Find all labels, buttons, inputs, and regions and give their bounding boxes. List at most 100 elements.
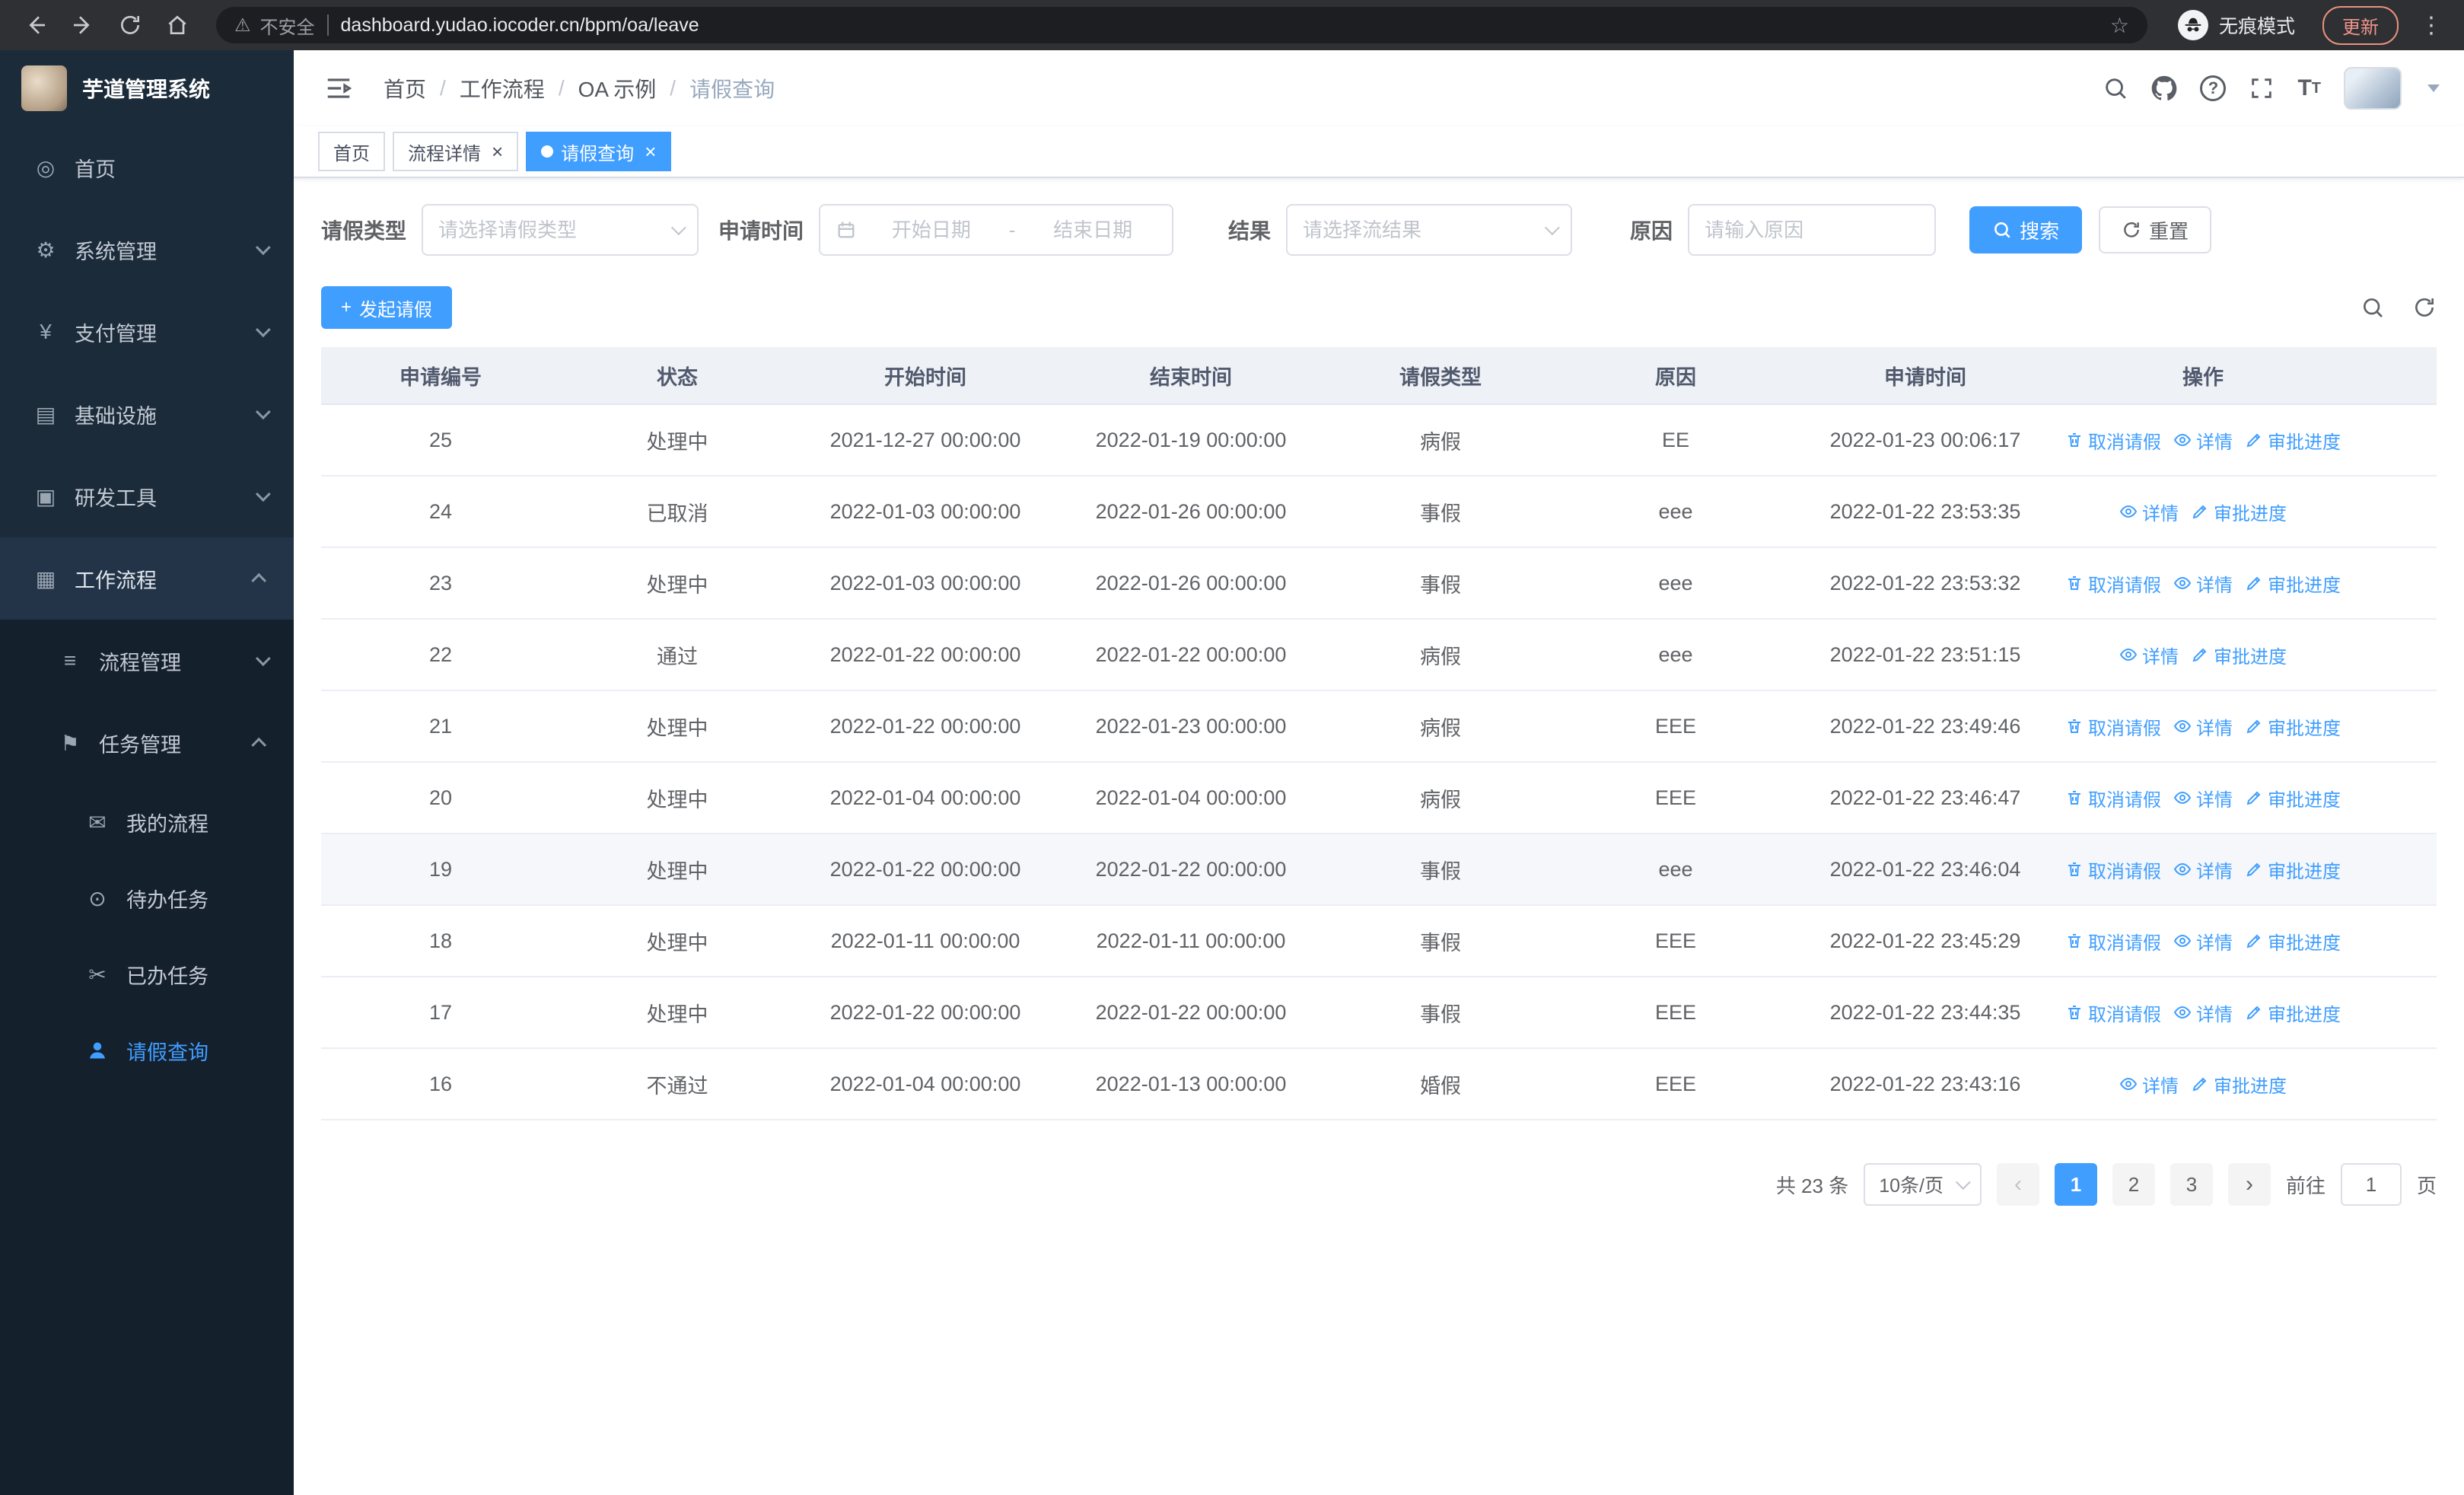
next-page-button[interactable]: › <box>2227 1163 2271 1206</box>
table-cell: 病假 <box>1420 788 1461 811</box>
help-icon[interactable]: ? <box>2200 75 2227 101</box>
progress-action-link[interactable]: 审批进度 <box>2245 928 2341 955</box>
prev-page-button[interactable]: ‹ <box>1996 1163 2039 1206</box>
header-search-icon[interactable] <box>2103 75 2128 101</box>
cancel-leave-action-link[interactable]: 取消请假 <box>2065 928 2161 955</box>
sidebar-item-done-tasks[interactable]: ✂ 已办任务 <box>0 936 294 1012</box>
edit-icon <box>2245 860 2263 878</box>
leave-type-select-input[interactable] <box>438 218 661 242</box>
result-select[interactable] <box>1286 204 1573 256</box>
browser-menu-icon[interactable]: ⋮ <box>2414 12 2449 39</box>
table-cell: 2022-01-03 00:00:00 <box>829 571 1021 594</box>
table-cell: 事假 <box>1420 931 1461 955</box>
reset-button[interactable]: 重置 <box>2099 206 2212 253</box>
progress-action-link[interactable]: 审批进度 <box>2245 427 2341 454</box>
browser-back-button[interactable] <box>15 5 56 46</box>
breadcrumb-workflow[interactable]: 工作流程 <box>460 73 545 104</box>
sidebar-toggle-button[interactable] <box>318 68 359 109</box>
browser-home-button[interactable] <box>157 5 198 46</box>
security-warning[interactable]: ⚠ 不安全 <box>234 12 315 39</box>
page-button-1[interactable]: 1 <box>2054 1163 2097 1206</box>
sidebar-item-task-management[interactable]: ⚑ 任务管理 <box>0 702 294 784</box>
github-icon[interactable] <box>2151 75 2177 101</box>
scissors-icon: ✂ <box>88 962 107 987</box>
cancel-leave-action-link[interactable]: 取消请假 <box>2065 999 2161 1026</box>
breadcrumb-oa-example[interactable]: OA 示例 <box>578 73 657 104</box>
leave-type-select[interactable] <box>422 204 699 256</box>
detail-action-link[interactable]: 详情 <box>2119 1071 2179 1098</box>
sidebar-item-leave-query[interactable]: 请假查询 <box>0 1012 294 1089</box>
detail-action-link[interactable]: 详情 <box>2119 642 2179 668</box>
detail-action-link[interactable]: 详情 <box>2119 499 2179 525</box>
progress-action-link[interactable]: 审批进度 <box>2191 1071 2287 1098</box>
browser-reload-button[interactable] <box>110 5 151 46</box>
toggle-search-icon[interactable] <box>2361 295 2385 320</box>
end-date-input[interactable] <box>1029 218 1157 242</box>
detail-action-link[interactable]: 详情 <box>2173 427 2233 454</box>
progress-action-link[interactable]: 审批进度 <box>2245 999 2341 1026</box>
page-size-select[interactable]: 10条/页 <box>1864 1163 1982 1206</box>
progress-action-link[interactable]: 审批进度 <box>2245 856 2341 883</box>
fullscreen-icon[interactable] <box>2249 75 2275 101</box>
breadcrumb-home[interactable]: 首页 <box>384 73 426 104</box>
eye-icon: ⊙ <box>88 886 107 910</box>
detail-action-link[interactable]: 详情 <box>2173 570 2233 597</box>
user-avatar[interactable] <box>2344 67 2402 110</box>
sidebar-item-infrastructure[interactable]: ▤ 基础设施 <box>0 373 294 455</box>
detail-action-link[interactable]: 详情 <box>2173 713 2233 740</box>
avatar-caret-icon[interactable] <box>2427 84 2440 92</box>
tab-process-detail[interactable]: 流程详情 × <box>393 132 519 171</box>
chevron-down-icon <box>1544 220 1560 236</box>
detail-action-link[interactable]: 详情 <box>2173 928 2233 955</box>
apply-time-range-picker[interactable]: - <box>819 204 1174 256</box>
tab-home[interactable]: 首页 <box>318 132 385 171</box>
progress-action-link[interactable]: 审批进度 <box>2191 642 2287 668</box>
trash-icon <box>2065 431 2084 449</box>
top-navbar: 首页 / 工作流程 / OA 示例 / 请假查询 ? TT <box>294 50 2464 126</box>
close-icon[interactable]: × <box>645 142 656 161</box>
tab-leave-query[interactable]: 请假查询 × <box>526 132 672 171</box>
sidebar-item-workflow[interactable]: ▦ 工作流程 <box>0 537 294 620</box>
start-date-input[interactable] <box>867 218 995 242</box>
bookmark-star-icon[interactable]: ☆ <box>2110 13 2129 38</box>
sidebar-item-payment[interactable]: ¥ 支付管理 <box>0 291 294 373</box>
chevron-down-icon <box>255 651 271 667</box>
close-icon[interactable]: × <box>492 142 503 161</box>
sidebar-item-devtools[interactable]: ▣ 研发工具 <box>0 455 294 537</box>
progress-action-link[interactable]: 审批进度 <box>2245 785 2341 811</box>
address-bar[interactable]: ⚠ 不安全 dashboard.yudao.iocoder.cn/bpm/oa/… <box>216 7 2147 43</box>
sidebar-item-my-process[interactable]: ✉ 我的流程 <box>0 784 294 860</box>
page-button-3[interactable]: 3 <box>2170 1163 2213 1206</box>
search-button[interactable]: 搜索 <box>1969 206 2083 253</box>
sidebar-item-system[interactable]: ⚙ 系统管理 <box>0 209 294 291</box>
browser-forward-button[interactable] <box>62 5 103 46</box>
detail-action-link[interactable]: 详情 <box>2173 856 2233 883</box>
reason-input[interactable] <box>1705 218 1920 242</box>
goto-page-input[interactable] <box>2340 1163 2402 1206</box>
cancel-leave-action-link[interactable]: 取消请假 <box>2065 570 2161 597</box>
browser-update-button[interactable]: 更新 <box>2322 5 2399 45</box>
progress-action-link[interactable]: 审批进度 <box>2245 570 2341 597</box>
sidebar-item-process-management[interactable]: ≡ 流程管理 <box>0 620 294 702</box>
font-size-icon[interactable]: TT <box>2297 77 2321 100</box>
table-cell: 24 <box>428 499 453 523</box>
table-cell: 病假 <box>1420 430 1461 454</box>
sidebar-item-home[interactable]: ◎ 首页 <box>0 126 294 209</box>
detail-action-link[interactable]: 详情 <box>2173 999 2233 1026</box>
table-cell: 2022-01-23 00:00:00 <box>1095 714 1287 738</box>
goto-label: 前往 <box>2285 1174 2326 1197</box>
create-leave-button[interactable]: + 发起请假 <box>321 286 453 329</box>
cancel-leave-action-link[interactable]: 取消请假 <box>2065 856 2161 883</box>
actions-cell: 取消请假 详情 审批进度 <box>2055 999 2351 1026</box>
cancel-leave-action-link[interactable]: 取消请假 <box>2065 713 2161 740</box>
cancel-leave-action-link[interactable]: 取消请假 <box>2065 785 2161 811</box>
progress-action-link[interactable]: 审批进度 <box>2245 713 2341 740</box>
result-select-input[interactable] <box>1303 218 1535 242</box>
progress-action-link[interactable]: 审批进度 <box>2191 499 2287 525</box>
refresh-icon[interactable] <box>2412 295 2437 320</box>
page-button-2[interactable]: 2 <box>2112 1163 2155 1206</box>
sidebar-item-pending-tasks[interactable]: ⊙ 待办任务 <box>0 860 294 936</box>
cancel-leave-action-link[interactable]: 取消请假 <box>2065 427 2161 454</box>
reason-input-wrap[interactable] <box>1688 204 1937 256</box>
detail-action-link[interactable]: 详情 <box>2173 785 2233 811</box>
